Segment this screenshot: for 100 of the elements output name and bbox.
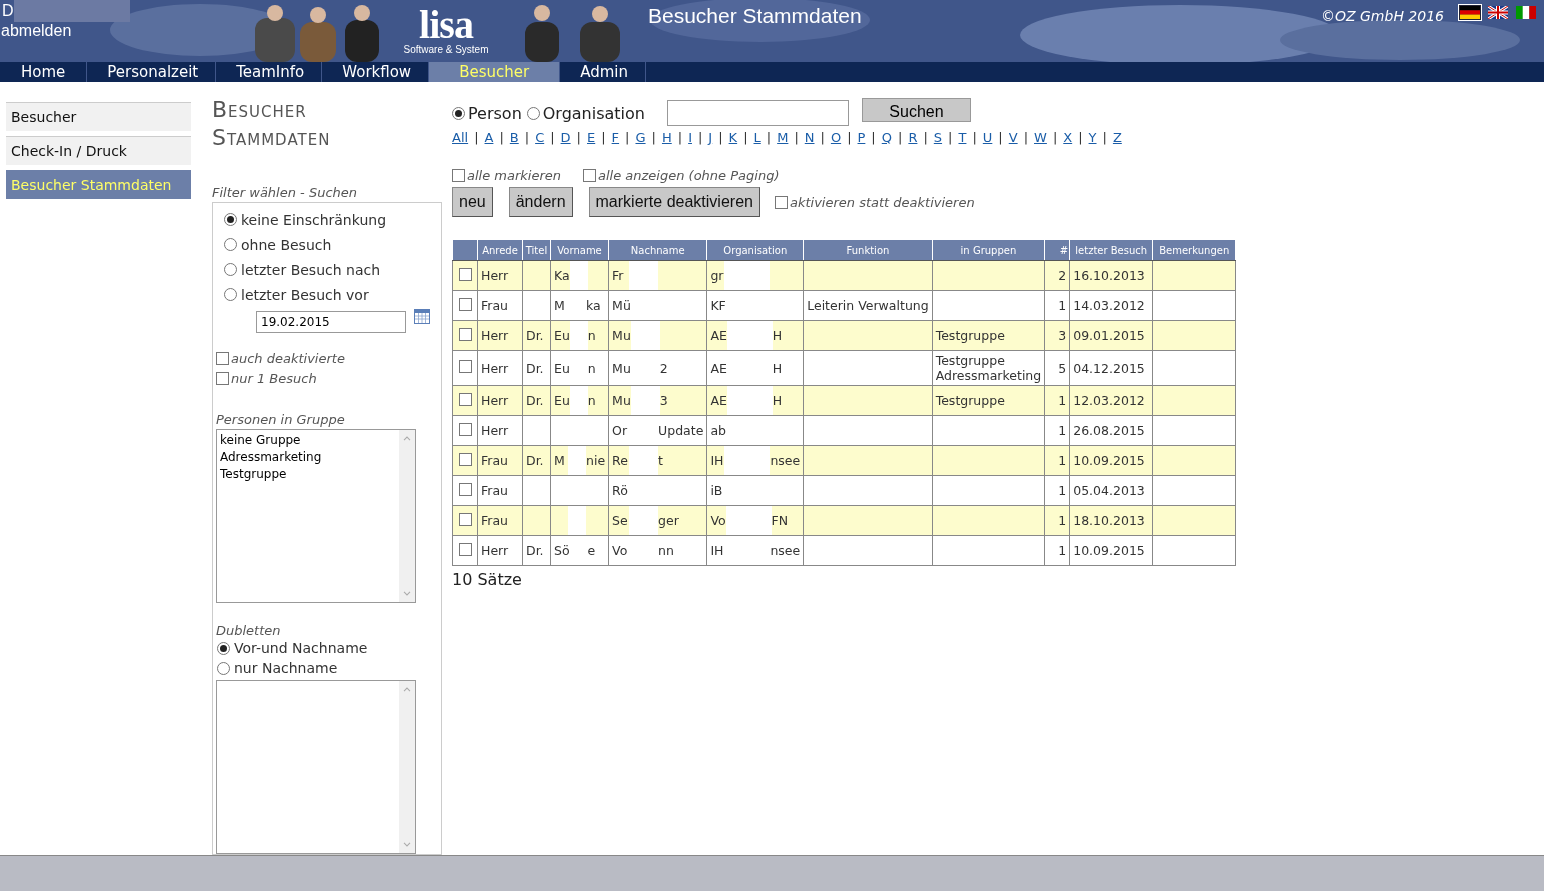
letter-link[interactable]: All: [452, 130, 469, 145]
flag-icon[interactable]: [1486, 4, 1510, 21]
action-button[interactable]: ändern: [508, 187, 573, 217]
radio-button[interactable]: [452, 107, 465, 120]
redaction-bar: [569, 261, 588, 290]
letter-link[interactable]: G: [635, 130, 646, 145]
cell-text: ger: [658, 512, 680, 530]
nav-tab[interactable]: TeamInfo: [216, 62, 323, 82]
date-field[interactable]: 19.02.2015: [256, 311, 406, 333]
column-header[interactable]: Titel: [522, 239, 551, 261]
row-checkbox[interactable]: [458, 542, 472, 556]
letter-link[interactable]: E: [587, 130, 596, 145]
cell-text: Mu: [611, 327, 631, 345]
letter-link[interactable]: L: [753, 130, 761, 145]
letter-link[interactable]: C: [535, 130, 545, 145]
letter-link[interactable]: I: [688, 130, 692, 145]
scrollbar[interactable]: [399, 430, 415, 602]
letter-link[interactable]: S: [933, 130, 943, 145]
sidebar-item[interactable]: Besucher: [6, 102, 191, 131]
letter-link[interactable]: B: [509, 130, 519, 145]
table-cell: 14.03.2012: [1069, 290, 1153, 321]
letter-link[interactable]: Z: [1112, 130, 1122, 145]
checkbox[interactable]: [216, 372, 229, 385]
row-checkbox[interactable]: [458, 360, 472, 373]
list-item[interactable]: Testgruppe: [220, 466, 396, 483]
radio-button[interactable]: [224, 238, 237, 251]
action-button[interactable]: neu: [452, 187, 493, 217]
calendar-icon[interactable]: [414, 309, 430, 324]
logo-subtitle: Software & System: [403, 44, 489, 55]
radio-button[interactable]: [224, 288, 237, 301]
letter-link[interactable]: M: [777, 130, 789, 145]
nav-tab[interactable]: Besucher: [429, 62, 561, 82]
search-button[interactable]: Suchen: [862, 98, 971, 122]
group-list[interactable]: keine Gruppe Adressmarketing Testgruppe: [216, 429, 416, 603]
radio-button[interactable]: [217, 661, 230, 675]
letter-link[interactable]: U: [982, 130, 993, 145]
letter-link[interactable]: N: [804, 130, 815, 145]
row-checkbox[interactable]: [458, 267, 472, 281]
column-header[interactable]: Nachname: [608, 239, 707, 261]
row-checkbox[interactable]: [458, 392, 472, 406]
letter-link[interactable]: H: [661, 130, 672, 145]
column-header[interactable]: in Gruppen: [932, 239, 1045, 261]
letter-link[interactable]: Y: [1088, 130, 1097, 145]
search-field[interactable]: [667, 100, 849, 126]
letter-link[interactable]: Q: [881, 130, 892, 145]
letter-link[interactable]: J: [708, 130, 713, 145]
letter-link[interactable]: F: [611, 130, 620, 145]
table-cell: 10.09.2015: [1069, 445, 1153, 476]
row-checkbox[interactable]: [458, 482, 472, 496]
flag-icon[interactable]: [1458, 4, 1482, 21]
flag-icon[interactable]: [1514, 4, 1538, 21]
cell-text: Fr: [611, 267, 625, 285]
letter-link[interactable]: P: [857, 130, 866, 145]
letter-link[interactable]: K: [728, 130, 738, 145]
nav-tab[interactable]: Home: [0, 62, 88, 82]
column-header[interactable]: Anrede: [477, 239, 523, 261]
letter-link[interactable]: T: [958, 130, 967, 145]
separator: |: [524, 130, 530, 145]
scrollbar[interactable]: [399, 681, 415, 853]
sidebar-item[interactable]: Besucher Stammdaten: [6, 170, 191, 199]
checkbox[interactable]: [216, 352, 229, 365]
letter-link[interactable]: X: [1063, 130, 1073, 145]
page-title: Besucher Stammdaten: [212, 96, 332, 152]
row-checkbox[interactable]: [458, 297, 472, 311]
column-header[interactable]: Vorname: [550, 239, 609, 261]
column-header[interactable]: Organisation: [706, 239, 804, 261]
letter-link[interactable]: R: [908, 130, 918, 145]
row-checkbox[interactable]: [458, 422, 472, 436]
table-cell: Dr.: [522, 535, 551, 566]
separator: |: [1102, 130, 1107, 145]
letter-link[interactable]: V: [1008, 130, 1018, 145]
duplicates-list[interactable]: [216, 680, 416, 854]
checkbox[interactable]: [583, 169, 596, 182]
radio-button[interactable]: [526, 107, 540, 120]
letter-link[interactable]: O: [830, 130, 842, 145]
radio-button[interactable]: [224, 263, 237, 276]
column-header[interactable]: letzter Besuch: [1069, 239, 1153, 261]
radio-button[interactable]: [224, 213, 237, 226]
checkbox[interactable]: [774, 195, 788, 209]
row-checkbox[interactable]: [458, 452, 472, 466]
column-header[interactable]: Bemerkungen: [1152, 239, 1236, 261]
action-button[interactable]: markierte deaktivieren: [588, 187, 760, 217]
radio-button[interactable]: [217, 641, 230, 655]
nav-tab[interactable]: Personalzeit: [87, 62, 217, 82]
radio-label: letzter Besuch vor: [241, 286, 369, 303]
column-header[interactable]: Funktion: [803, 239, 933, 261]
nav-tab[interactable]: Admin: [560, 62, 646, 82]
redaction-bar: [726, 386, 773, 415]
letter-link[interactable]: W: [1034, 130, 1047, 145]
row-checkbox[interactable]: [458, 512, 472, 526]
list-item[interactable]: Adressmarketing: [220, 449, 396, 466]
row-checkbox[interactable]: [458, 327, 472, 341]
list-item[interactable]: keine Gruppe: [220, 432, 396, 449]
checkbox[interactable]: [452, 169, 465, 182]
sidebar-item[interactable]: Check-In / Druck: [6, 136, 191, 165]
column-header[interactable]: #: [1044, 239, 1070, 261]
logout-link[interactable]: abmelden: [0, 22, 250, 40]
letter-link[interactable]: A: [484, 130, 494, 145]
letter-link[interactable]: D: [560, 130, 571, 145]
logo: lisa: [419, 6, 473, 44]
